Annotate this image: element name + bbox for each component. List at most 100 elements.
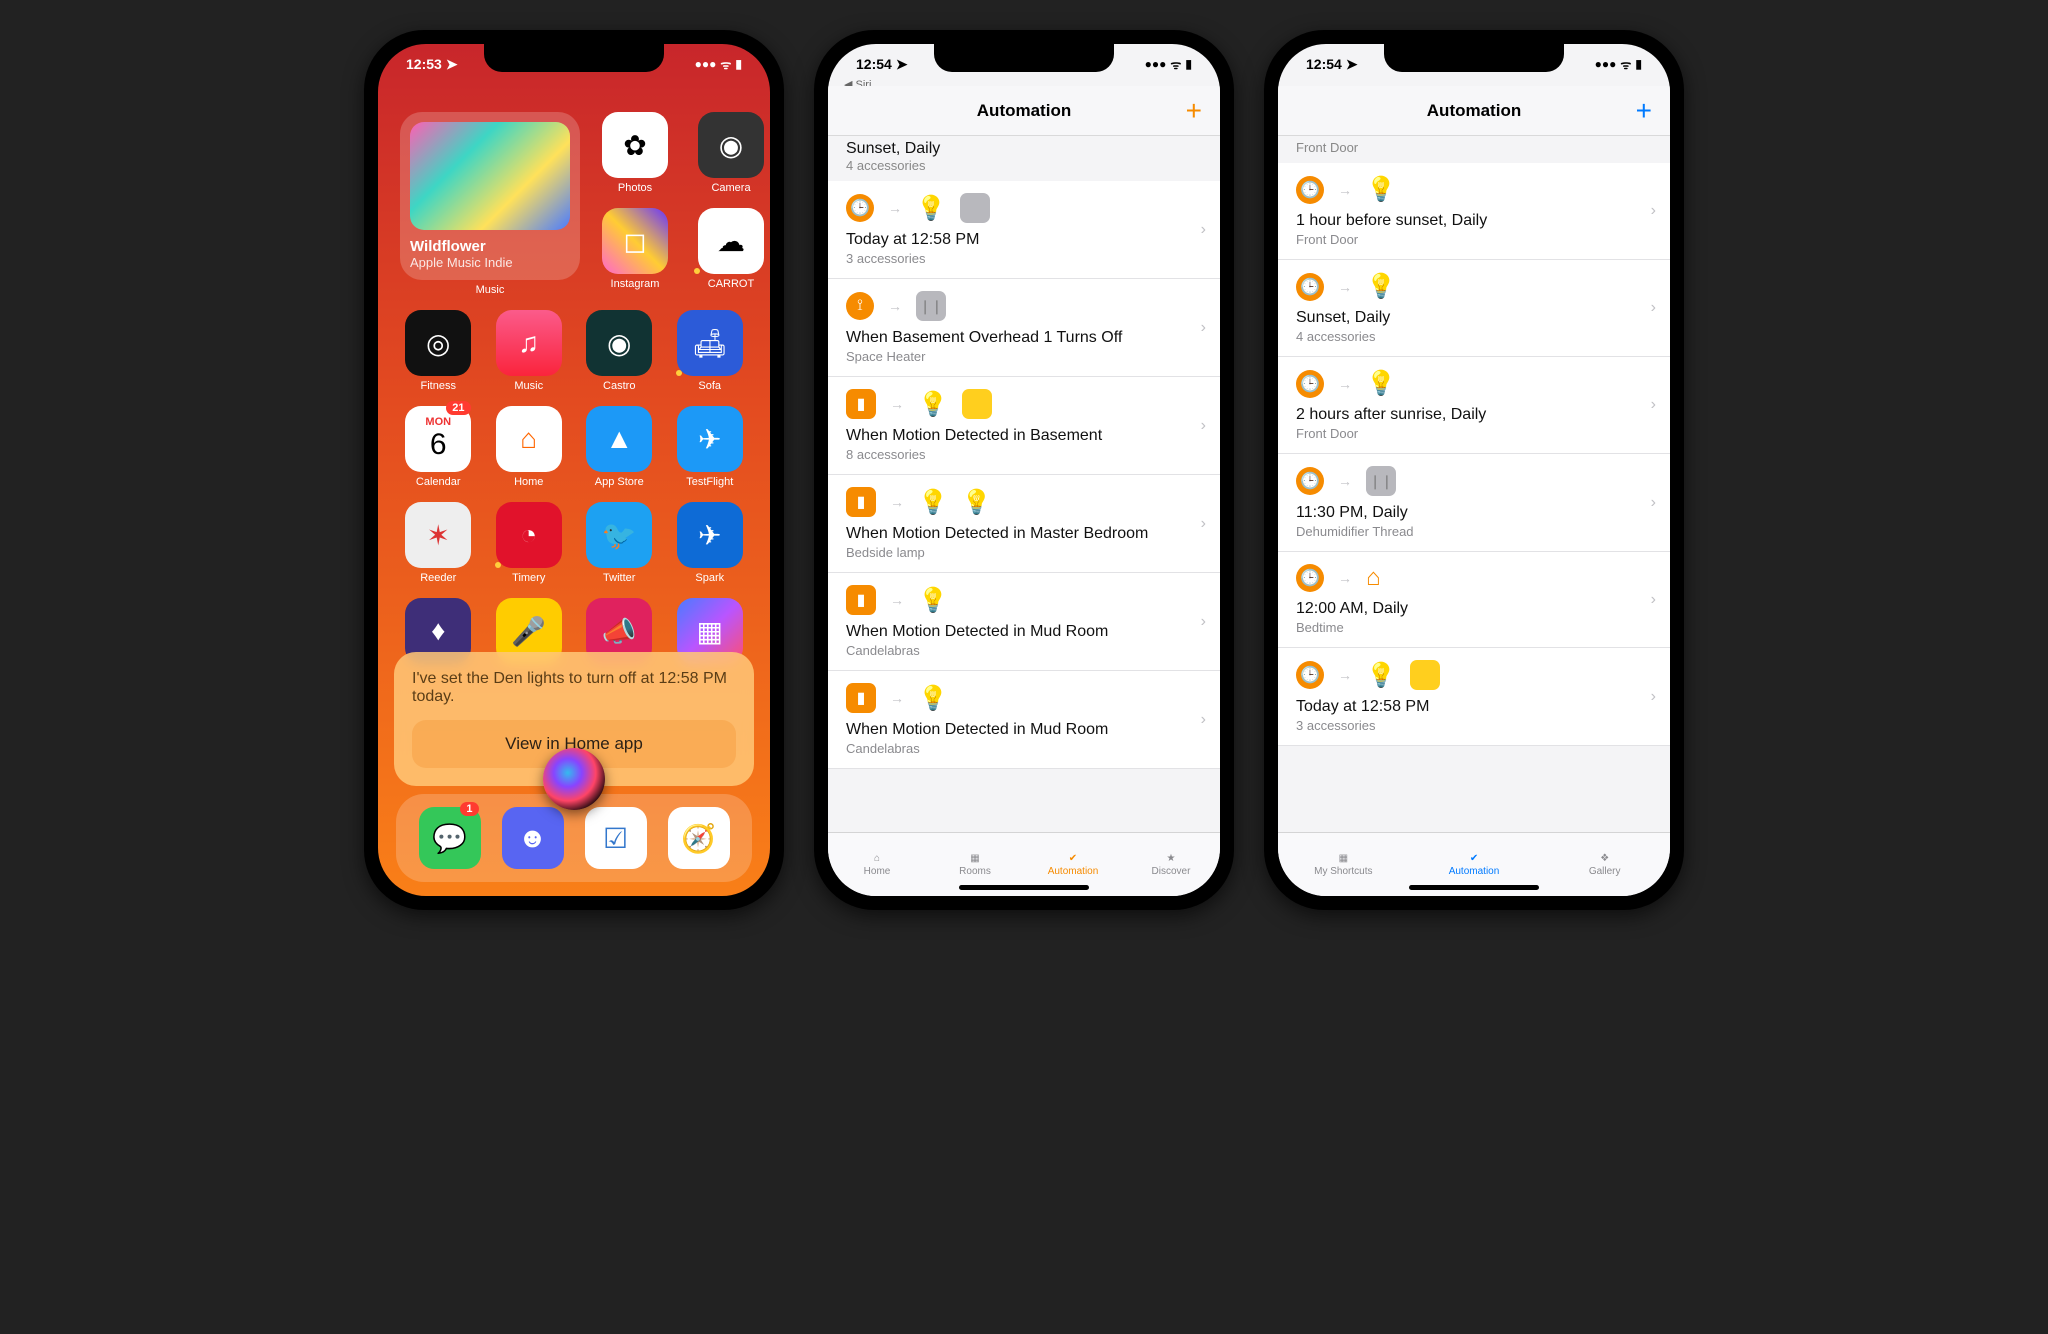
arrow-icon: → [888, 298, 902, 314]
app-appstore[interactable]: ▲App Store [581, 406, 658, 488]
nav-title: Automation [1427, 101, 1521, 121]
arrow-icon: → [1338, 473, 1352, 489]
location-icon: ➤ [446, 56, 458, 73]
tab-home[interactable]: ⌂Home [828, 833, 926, 896]
chevron-right-icon: › [1651, 396, 1656, 414]
app-reeder[interactable]: ✶Reeder [400, 502, 477, 584]
tab-my-shortcuts[interactable]: ▦My Shortcuts [1278, 833, 1409, 896]
app-photos[interactable]: ✿Photos [594, 112, 676, 194]
app-fitness[interactable]: ◎Fitness [400, 310, 477, 392]
row-icons: 🕒→💡 [1296, 272, 1632, 301]
home-indicator[interactable] [959, 885, 1089, 890]
arrow-icon: → [888, 200, 902, 216]
automation-row[interactable]: 🕒→💡Today at 12:58 PM3 accessories› [828, 181, 1220, 279]
location-icon: ➤ [1346, 56, 1358, 73]
add-automation-button[interactable]: + [1186, 95, 1202, 127]
row-icons: 🕒→💡 [1296, 660, 1632, 690]
automation-row[interactable]: 🕒→💡2 hours after sunrise, DailyFront Doo… [1278, 357, 1670, 454]
app-testflight[interactable]: ✈TestFlight [672, 406, 749, 488]
notch [484, 44, 664, 72]
notch [1384, 44, 1564, 72]
tab-discover[interactable]: ★Discover [1122, 833, 1220, 896]
app-music[interactable]: ♫Music [491, 310, 568, 392]
row-icons: 🕒→⌂ [1296, 564, 1632, 592]
automation-row[interactable]: ⟟→❘❘When Basement Overhead 1 Turns OffSp… [828, 279, 1220, 377]
row-title: When Basement Overhead 1 Turns Off [846, 329, 1182, 347]
app-calendar[interactable]: 21 MON6 Calendar [400, 406, 477, 488]
automation-row[interactable]: 🕒→❘❘11:30 PM, DailyDehumidifier Thread› [1278, 454, 1670, 552]
widget-label: Music [400, 284, 580, 296]
arrow-icon: → [1338, 376, 1352, 392]
dock-discord[interactable]: ☻ [498, 807, 568, 869]
automation-row[interactable]: ▮→💡When Motion Detected in Mud RoomCande… [828, 671, 1220, 769]
row-icons: 🕒→❘❘ [1296, 466, 1632, 496]
row-subtitle: 3 accessories [1296, 718, 1632, 733]
chevron-right-icon: › [1651, 202, 1656, 220]
tab-gallery[interactable]: ❖Gallery [1539, 833, 1670, 896]
battery-icon: ▮ [1635, 57, 1642, 71]
app-sofa[interactable]: 🛋Sofa [672, 310, 749, 392]
chevron-right-icon: › [1651, 688, 1656, 706]
app-home[interactable]: ⌂Home [491, 406, 568, 488]
signal-icon: ●●● [1595, 57, 1617, 71]
row-subtitle: 3 accessories [846, 251, 1182, 266]
chevron-right-icon: › [1201, 613, 1206, 631]
row-subtitle: 8 accessories [846, 447, 1182, 462]
automation-row[interactable]: 🕒→💡Sunset, Daily4 accessories› [1278, 260, 1670, 357]
nav-title: Automation [977, 101, 1071, 121]
clock-check-icon: ✔ [1069, 853, 1077, 864]
app-twitter[interactable]: 🐦Twitter [581, 502, 658, 584]
wifi-icon: ᯤ [720, 56, 731, 73]
app-instagram[interactable]: ◻Instagram [594, 208, 676, 290]
dock-safari[interactable]: 🧭 [664, 807, 734, 869]
row-subtitle: Bedtime [1296, 620, 1632, 635]
location-icon: ➤ [896, 56, 908, 73]
chevron-right-icon: › [1201, 221, 1206, 239]
wifi-icon: ᯤ [1170, 56, 1181, 73]
row-icons: ▮→💡 [846, 683, 1182, 713]
dock-messages[interactable]: 1💬 [415, 807, 485, 869]
battery-icon: ▮ [735, 57, 742, 71]
row-subtitle: Front Door [1296, 232, 1632, 247]
chevron-right-icon: › [1201, 515, 1206, 533]
row-title: 11:30 PM, Daily [1296, 504, 1632, 522]
music-widget[interactable]: Wildflower Apple Music Indie [400, 112, 580, 280]
row-icons: 🕒→💡 [1296, 369, 1632, 398]
app-camera[interactable]: ◉Camera [690, 112, 770, 194]
row-title: When Motion Detected in Mud Room [846, 623, 1182, 641]
automation-row[interactable]: 🕒→💡1 hour before sunset, DailyFront Door… [1278, 163, 1670, 260]
app-timery[interactable]: ◔Timery [491, 502, 568, 584]
dock-things[interactable]: ☑ [581, 807, 651, 869]
iphone-home-app-automation: 12:54➤ ●●●ᯤ▮ ◀ Siri Automation + Sunset,… [814, 30, 1234, 910]
notch [934, 44, 1114, 72]
clock: 12:54 [856, 56, 892, 72]
row-icons: ▮→💡💡 [846, 487, 1182, 517]
automation-row[interactable]: ▮→💡💡When Motion Detected in Master Bedro… [828, 475, 1220, 573]
automation-row[interactable]: 🕒→💡Today at 12:58 PM3 accessories› [1278, 648, 1670, 746]
home-indicator[interactable] [1409, 885, 1539, 890]
add-automation-button[interactable]: + [1636, 95, 1652, 127]
battery-icon: ▮ [1185, 57, 1192, 71]
app-castro[interactable]: ◉Castro [581, 310, 658, 392]
siri-orb-icon[interactable] [543, 748, 605, 810]
star-icon: ★ [1167, 853, 1176, 864]
automation-list[interactable]: Front Door 🕒→💡1 hour before sunset, Dail… [1278, 136, 1670, 832]
arrow-icon: → [1338, 182, 1352, 198]
app-spark[interactable]: ✈Spark [672, 502, 749, 584]
row-subtitle: Space Heater [846, 349, 1182, 364]
app-carrot[interactable]: ☁CARROT [690, 208, 770, 290]
automation-row[interactable]: 🕒→⌂12:00 AM, DailyBedtime› [1278, 552, 1670, 648]
grid-icon: ▦ [970, 853, 979, 864]
row-subtitle: Bedside lamp [846, 545, 1182, 560]
automation-list[interactable]: Sunset, Daily 4 accessories 🕒→💡Today at … [828, 136, 1220, 832]
signal-icon: ●●● [695, 57, 717, 71]
clock: 12:53 [406, 56, 442, 72]
automation-row[interactable]: ▮→💡When Motion Detected in Mud RoomCande… [828, 573, 1220, 671]
signal-icon: ●●● [1145, 57, 1167, 71]
row-subtitle: Candelabras [846, 643, 1182, 658]
iphone-shortcuts-automation: 12:54➤ ●●●ᯤ▮ Automation + Front Door 🕒→💡… [1264, 30, 1684, 910]
arrow-icon: → [1338, 667, 1352, 683]
automation-row[interactable]: ▮→💡When Motion Detected in Basement8 acc… [828, 377, 1220, 475]
clock-check-icon: ✔ [1470, 853, 1478, 864]
row-title: When Motion Detected in Mud Room [846, 721, 1182, 739]
